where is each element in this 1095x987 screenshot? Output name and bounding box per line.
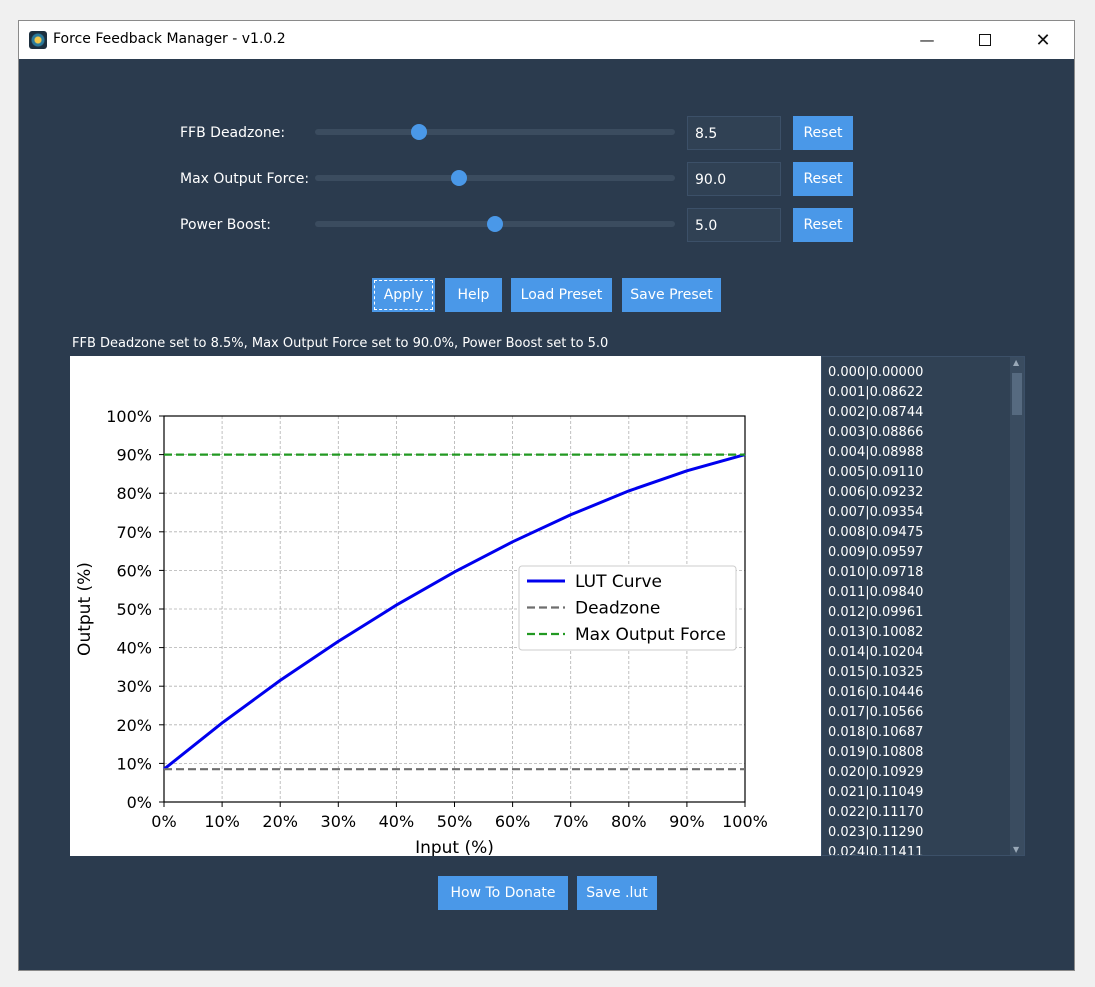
apply-button[interactable]: Apply — [372, 278, 435, 312]
lut-list-item[interactable]: 0.021|0.11049 — [822, 783, 923, 803]
ffb-deadzone-reset-button[interactable]: Reset — [793, 116, 853, 150]
x-tick-label: 70% — [553, 812, 589, 831]
close-button[interactable]: ✕ — [1014, 21, 1072, 59]
lut-list-item[interactable]: 0.010|0.09718 — [822, 563, 923, 583]
lut-list-item[interactable]: 0.017|0.10566 — [822, 703, 923, 723]
lut-list-item[interactable]: 0.016|0.10446 — [822, 683, 923, 703]
y-axis-label: Output (%) — [75, 562, 95, 656]
y-tick-label: 20% — [116, 716, 152, 735]
y-tick-label: 100% — [106, 407, 152, 426]
lut-list-item[interactable]: 0.006|0.09232 — [822, 483, 923, 503]
lut-list-item[interactable]: 0.018|0.10687 — [822, 723, 923, 743]
power-boost-reset-button[interactable]: Reset — [793, 208, 853, 242]
max-output-force-label: Max Output Force: — [180, 171, 310, 187]
lut-list-item[interactable]: 0.022|0.11170 — [822, 803, 923, 823]
lut-list-item[interactable]: 0.019|0.10808 — [822, 743, 923, 763]
y-tick-label: 90% — [116, 446, 152, 465]
ffb-deadzone-slider-handle[interactable] — [411, 124, 428, 140]
lut-chart-svg: 0% 10% 20% 30% 40% 50% 60% 70% 80% 90% 100% 0% 10% 20… — [75, 407, 768, 858]
lut-list-scrollbar[interactable]: ▲ ▼ — [1010, 357, 1024, 855]
lut-list-item[interactable]: 0.008|0.09475 — [822, 523, 923, 543]
max-output-force-input[interactable]: 90.0 — [687, 162, 781, 196]
save-lut-button[interactable]: Save .lut — [577, 876, 657, 910]
lut-list-item[interactable]: 0.015|0.10325 — [822, 663, 923, 683]
power-boost-slider[interactable] — [315, 216, 675, 232]
legend-label: LUT Curve — [575, 572, 662, 592]
x-tick-label: 30% — [321, 812, 357, 831]
maximize-button[interactable] — [956, 21, 1014, 59]
scroll-up-arrow-icon[interactable]: ▲ — [1013, 358, 1019, 367]
x-axis-label: Input (%) — [415, 838, 494, 856]
lut-values-list[interactable]: 0.000|0.00000 0.001|0.08622 0.002|0.08744 0… — [821, 356, 1025, 856]
minimize-button[interactable]: — — [898, 21, 956, 59]
scroll-down-arrow-icon[interactable]: ▼ — [1013, 845, 1019, 854]
x-tick-label: 80% — [611, 812, 647, 831]
ffb-deadzone-input[interactable]: 8.5 — [687, 116, 781, 150]
maximize-icon — [979, 34, 991, 46]
power-boost-slider-handle[interactable] — [487, 216, 503, 232]
lut-list-item[interactable]: 0.009|0.09597 — [822, 543, 923, 563]
x-tick-label: 100% — [722, 812, 768, 831]
y-tick-label: 50% — [116, 600, 152, 619]
x-tick-label: 10% — [204, 812, 240, 831]
save-preset-button[interactable]: Save Preset — [622, 278, 721, 312]
legend-label: Deadzone — [575, 599, 660, 619]
lut-list-item[interactable]: 0.003|0.08866 — [822, 423, 923, 443]
help-button[interactable]: Help — [445, 278, 502, 312]
ffb-deadzone-slider[interactable] — [315, 124, 675, 140]
load-preset-button[interactable]: Load Preset — [511, 278, 612, 312]
lut-list-item[interactable]: 0.013|0.10082 — [822, 623, 923, 643]
y-tick-label: 70% — [116, 523, 152, 542]
y-tick-label: 0% — [127, 793, 152, 812]
x-tick-label: 60% — [495, 812, 531, 831]
legend-label: Max Output Force — [575, 625, 726, 645]
lut-chart: 0% 10% 20% 30% 40% 50% 60% 70% 80% 90% 100% 0% 10% 20… — [70, 356, 821, 858]
app-window: Force Feedback Manager - v1.0.2 — ✕ FFB … — [18, 20, 1075, 971]
scroll-thumb[interactable] — [1012, 373, 1022, 415]
lut-list-item[interactable]: 0.002|0.08744 — [822, 403, 923, 423]
lut-list-item[interactable]: 0.020|0.10929 — [822, 763, 923, 783]
y-tick-label: 80% — [116, 484, 152, 503]
how-to-donate-button[interactable]: How To Donate — [438, 876, 568, 910]
lut-list-item[interactable]: 0.023|0.11290 — [822, 823, 923, 843]
lut-items: 0.000|0.00000 0.001|0.08622 0.002|0.08744 0… — [822, 363, 923, 855]
lut-list-item[interactable]: 0.004|0.08988 — [822, 443, 923, 463]
max-output-force-slider[interactable] — [315, 170, 675, 186]
status-message: FFB Deadzone set to 8.5%, Max Output For… — [72, 336, 609, 351]
x-tick-label: 40% — [379, 812, 415, 831]
y-tick-label: 40% — [116, 639, 152, 658]
power-boost-input[interactable]: 5.0 — [687, 208, 781, 242]
lut-list-item[interactable]: 0.011|0.09840 — [822, 583, 923, 603]
x-tick-label: 90% — [669, 812, 705, 831]
x-tick-label: 20% — [262, 812, 298, 831]
y-tick-label: 60% — [116, 561, 152, 580]
lut-list-item[interactable]: 0.000|0.00000 — [822, 363, 923, 383]
lut-list-item[interactable]: 0.012|0.09961 — [822, 603, 923, 623]
lut-list-item[interactable]: 0.005|0.09110 — [822, 463, 923, 483]
lut-list-item[interactable]: 0.001|0.08622 — [822, 383, 923, 403]
x-tick-label: 50% — [437, 812, 473, 831]
lut-list-item[interactable]: 0.024|0.11411 — [822, 843, 923, 855]
window-title: Force Feedback Manager - v1.0.2 — [53, 31, 286, 47]
power-boost-label: Power Boost: — [180, 217, 272, 233]
max-output-force-slider-handle[interactable] — [451, 170, 467, 186]
app-logo-icon — [29, 31, 47, 49]
y-tick-label: 30% — [116, 677, 152, 696]
lut-list-item[interactable]: 0.007|0.09354 — [822, 503, 923, 523]
title-bar: Force Feedback Manager - v1.0.2 — ✕ — [19, 21, 1074, 59]
ffb-deadzone-label: FFB Deadzone: — [180, 125, 286, 141]
x-tick-label: 0% — [151, 812, 176, 831]
y-tick-label: 10% — [116, 754, 152, 773]
lut-list-item[interactable]: 0.014|0.10204 — [822, 643, 923, 663]
max-output-force-reset-button[interactable]: Reset — [793, 162, 853, 196]
